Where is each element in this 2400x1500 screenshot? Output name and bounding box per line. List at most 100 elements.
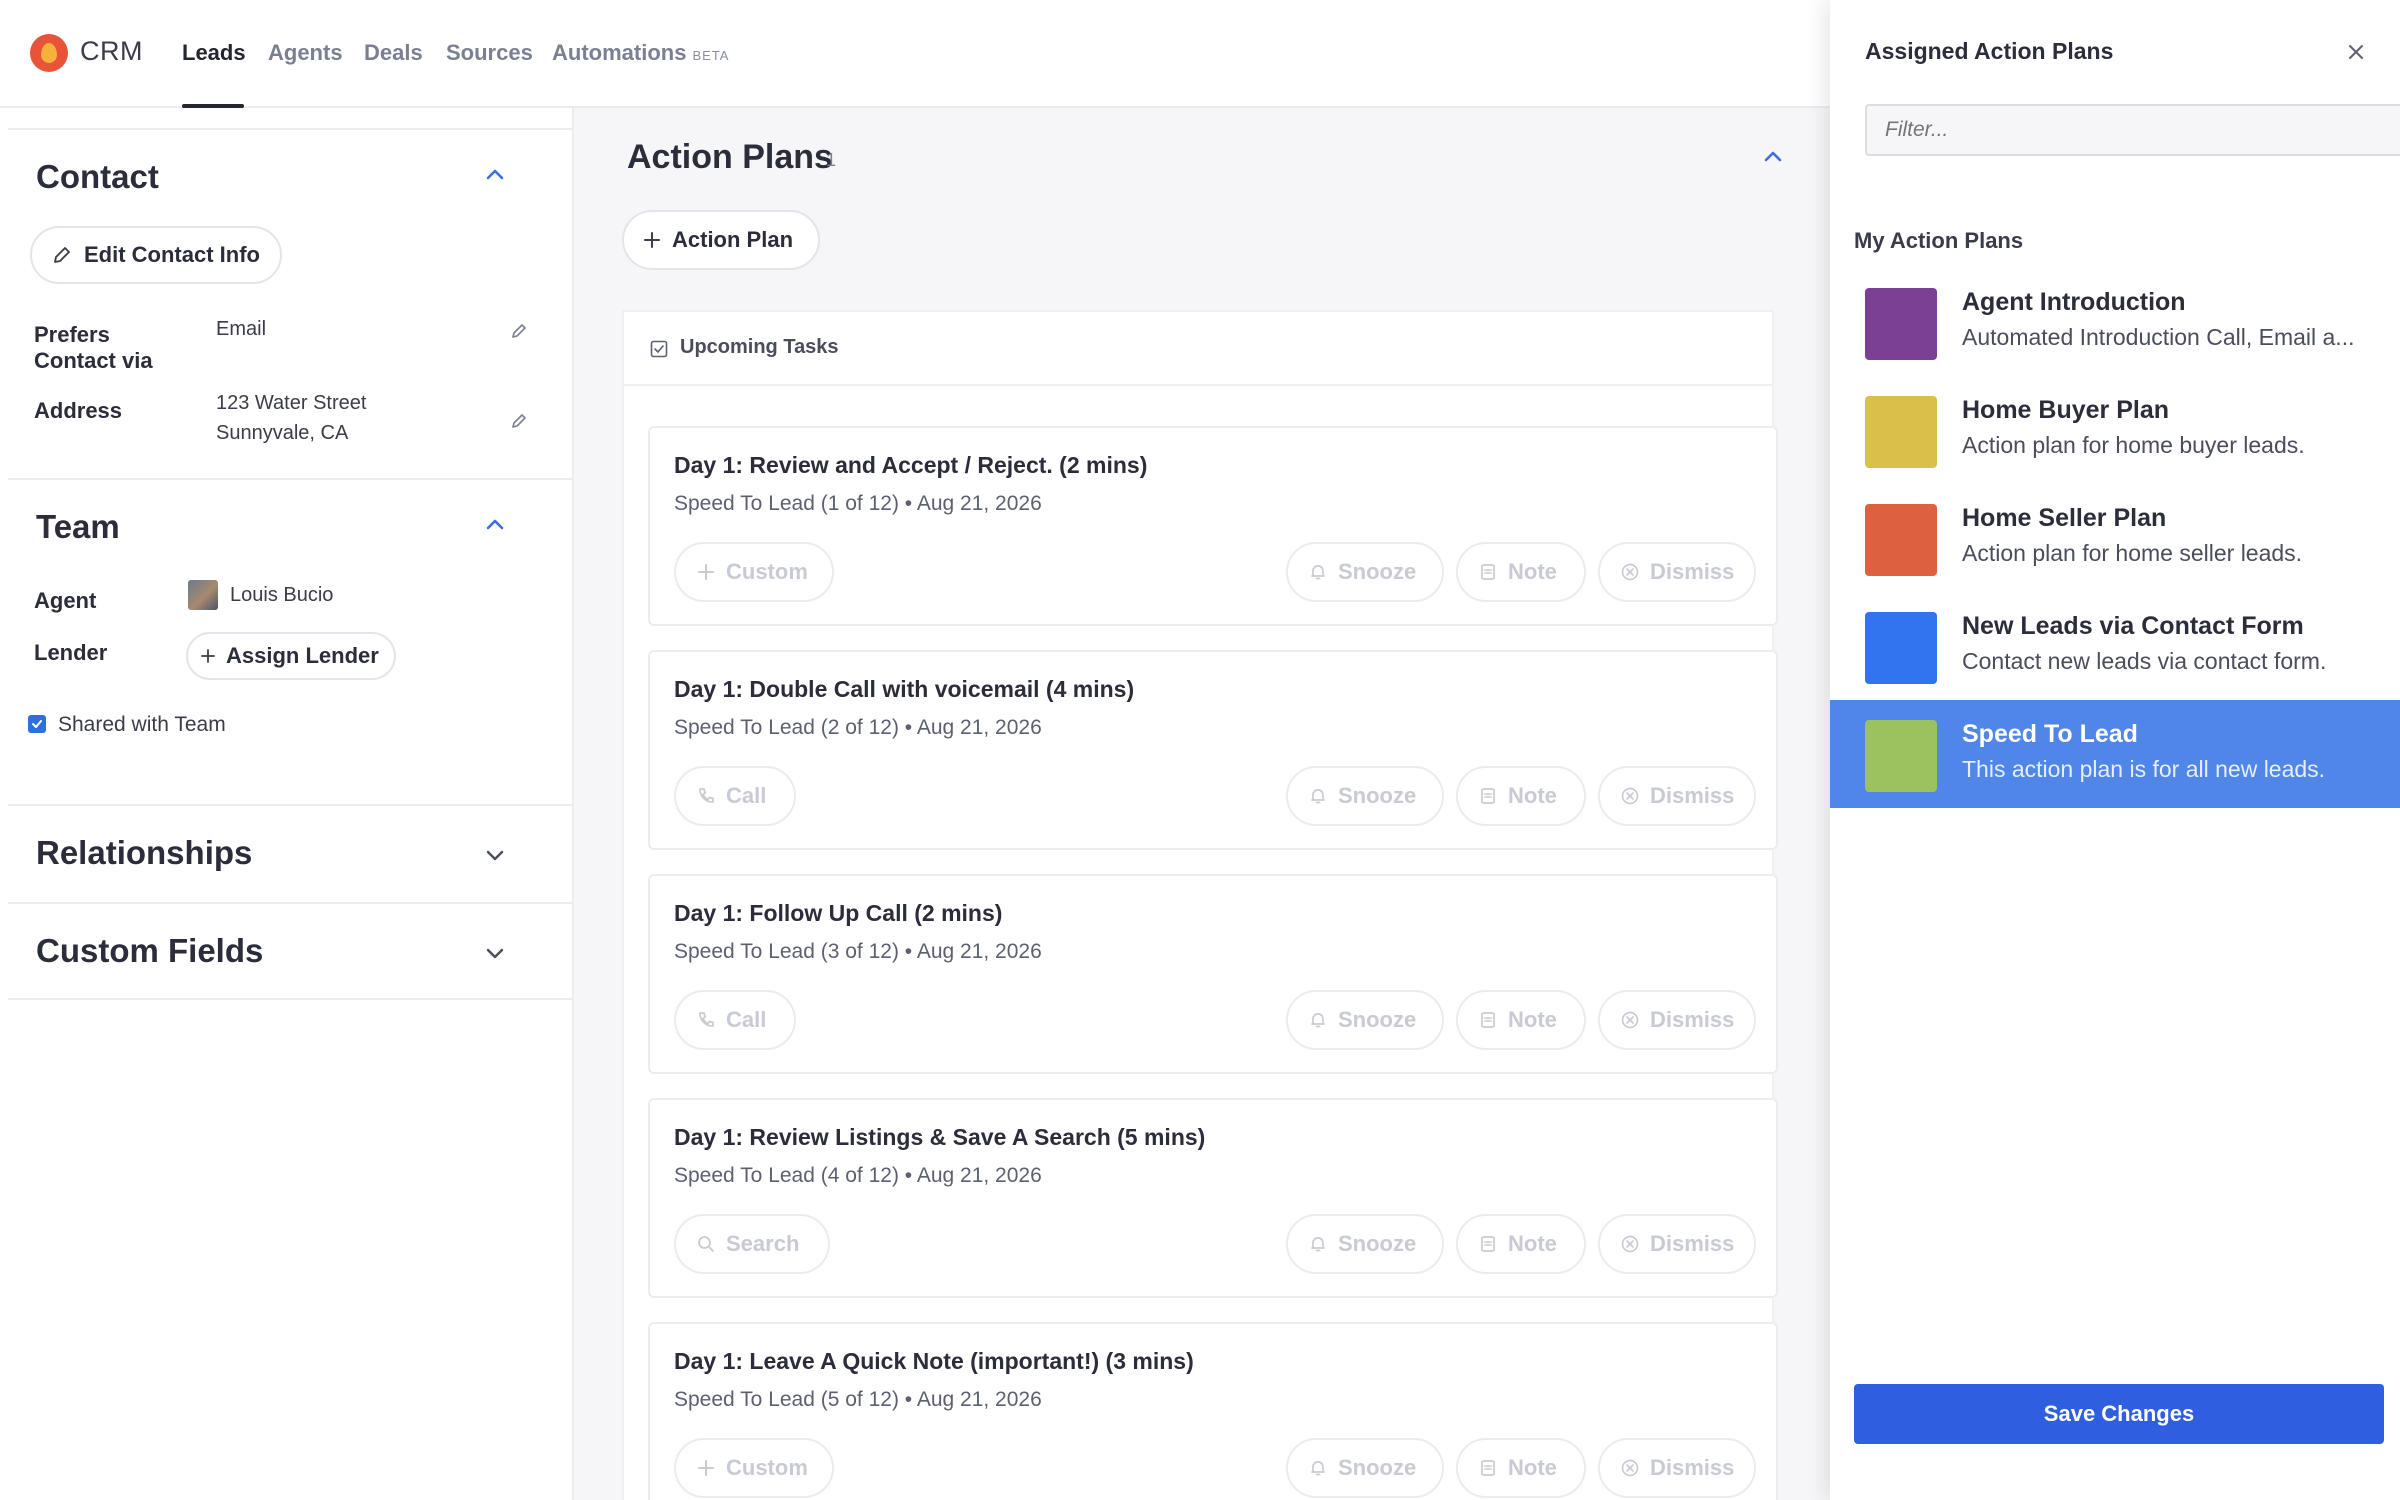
snooze-bell-icon — [1311, 1461, 1325, 1476]
plus-icon — [644, 232, 660, 248]
snooze-button[interactable]: Snooze — [1286, 542, 1444, 602]
task-title[interactable]: Day 1: Follow Up Call (2 mins) — [674, 900, 1002, 927]
task-action-label: Search — [726, 1231, 800, 1256]
plan-description: Contact new leads via contact form. — [1962, 648, 2327, 674]
dismiss-button[interactable]: Dismiss — [1598, 1214, 1756, 1274]
filter-input[interactable] — [1865, 104, 2400, 156]
dismiss-button[interactable]: Dismiss — [1598, 766, 1756, 826]
divider — [8, 804, 574, 806]
tab-agents[interactable]: Agents — [268, 40, 343, 66]
snooze-button[interactable]: Snooze — [1286, 766, 1444, 826]
snooze-bell-icon — [1311, 789, 1325, 804]
dismiss-label: Dismiss — [1650, 783, 1735, 808]
plan-name: New Leads via Contact Form — [1962, 612, 2304, 640]
note-label: Note — [1508, 559, 1557, 584]
note-label: Note — [1508, 1231, 1557, 1256]
snooze-bell-icon — [1311, 565, 1325, 580]
task-title[interactable]: Day 1: Leave A Quick Note (important!) (… — [674, 1348, 1194, 1375]
chevron-down-icon[interactable] — [484, 844, 506, 866]
crm-logo-icon — [30, 34, 68, 72]
phone-icon — [699, 1012, 714, 1027]
contact-section-title: Contact — [36, 158, 159, 195]
prefers-contact-label: Prefers Contact via — [34, 322, 153, 373]
action-plan-item[interactable]: Agent Introduction Automated Introduction… — [1830, 268, 2400, 376]
dismiss-label: Dismiss — [1650, 559, 1735, 584]
task-action-button[interactable]: Search — [674, 1214, 830, 1274]
divider — [8, 128, 574, 130]
assign-lender-button[interactable]: Assign Lender — [186, 632, 396, 680]
address-line-1: 123 Water Street — [216, 392, 367, 414]
snooze-button[interactable]: Snooze — [1286, 1438, 1444, 1498]
dismiss-circle-x-icon — [1621, 787, 1639, 805]
tab-sources[interactable]: Sources — [446, 40, 533, 66]
action-plan-item[interactable]: Speed To Lead This action plan is for all… — [1830, 700, 2400, 808]
upcoming-tasks-label: Upcoming Tasks — [680, 336, 839, 358]
chevron-up-icon[interactable] — [1762, 146, 1784, 168]
note-button[interactable]: Note — [1456, 766, 1586, 826]
save-changes-button[interactable]: Save Changes — [1854, 1384, 2384, 1444]
note-button[interactable]: Note — [1456, 990, 1586, 1050]
app-name: CRM — [80, 36, 143, 66]
note-button[interactable]: Note — [1456, 542, 1586, 602]
edit-contact-info-button[interactable]: Edit Contact Info — [30, 226, 282, 284]
plan-name: Agent Introduction — [1962, 288, 2186, 316]
dismiss-circle-x-icon — [1621, 1459, 1639, 1477]
left-panel: Contact Edit Contact Info Prefers Contac… — [0, 108, 574, 1500]
task-action-button[interactable]: Custom — [674, 542, 834, 602]
action-plan-item[interactable]: Home Buyer Plan Action plan for home buye… — [1830, 376, 2400, 484]
edit-pencil-icon[interactable] — [510, 412, 528, 430]
plan-description: This action plan is for all new leads. — [1962, 756, 2326, 782]
snooze-button[interactable]: Snooze — [1286, 990, 1444, 1050]
chevron-up-icon[interactable] — [484, 164, 506, 186]
chevron-up-icon[interactable] — [484, 514, 506, 536]
plan-color-swatch — [1865, 504, 1937, 576]
tab-deals[interactable]: Deals — [364, 40, 423, 66]
shared-with-team-label: Shared with Team — [58, 713, 226, 736]
dismiss-label: Dismiss — [1650, 1231, 1735, 1256]
dismiss-button[interactable]: Dismiss — [1598, 542, 1756, 602]
action-plan-item[interactable]: Home Seller Plan Action plan for home sel… — [1830, 484, 2400, 592]
tab-automations-label: Automations — [552, 40, 687, 65]
plan-color-swatch — [1865, 396, 1937, 468]
snooze-button[interactable]: Snooze — [1286, 1214, 1444, 1274]
task-subtitle: Speed To Lead (5 of 12) • Aug 21, 2026 — [674, 1388, 1042, 1411]
task-card: Day 1: Follow Up Call (2 mins) Speed To L… — [648, 874, 1778, 1074]
edit-contact-info-label: Edit Contact Info — [84, 242, 260, 267]
chevron-down-icon[interactable] — [484, 942, 506, 964]
action-plan-item[interactable]: New Leads via Contact Form Contact new le… — [1830, 592, 2400, 700]
dismiss-button[interactable]: Dismiss — [1598, 1438, 1756, 1498]
relationships-section-title[interactable]: Relationships — [36, 834, 252, 872]
assigned-action-plans-drawer: Assigned Action Plans My Action Plans Ag… — [1830, 0, 2400, 1500]
checkmark-icon — [32, 720, 42, 728]
task-title[interactable]: Day 1: Double Call with voicemail (4 min… — [674, 676, 1134, 703]
add-action-plan-label: Action Plan — [672, 227, 794, 252]
agent-label: Agent — [34, 588, 97, 613]
note-button[interactable]: Note — [1456, 1438, 1586, 1498]
task-subtitle: Speed To Lead (3 of 12) • Aug 21, 2026 — [674, 940, 1042, 963]
snooze-label: Snooze — [1338, 1007, 1417, 1032]
snooze-label: Snooze — [1338, 1231, 1417, 1256]
lender-label: Lender — [34, 640, 108, 665]
edit-pencil-icon[interactable] — [510, 322, 528, 340]
plan-description: Action plan for home seller leads. — [1962, 540, 2303, 566]
plus-icon — [698, 1460, 714, 1476]
task-action-button[interactable]: Call — [674, 990, 796, 1050]
note-label: Note — [1508, 783, 1557, 808]
tab-leads[interactable]: Leads — [182, 40, 246, 66]
custom-fields-section-title[interactable]: Custom Fields — [36, 932, 263, 970]
my-action-plans-label: My Action Plans — [1854, 228, 2024, 253]
shared-with-team-checkbox[interactable] — [28, 715, 46, 733]
close-icon[interactable] — [2346, 42, 2366, 62]
add-action-plan-button[interactable]: Action Plan — [622, 210, 820, 270]
task-action-button[interactable]: Custom — [674, 1438, 834, 1498]
task-title[interactable]: Day 1: Review and Accept / Reject. (2 mi… — [674, 452, 1147, 479]
plus-icon — [201, 649, 215, 663]
task-subtitle: Speed To Lead (2 of 12) • Aug 21, 2026 — [674, 716, 1042, 739]
task-action-button[interactable]: Call — [674, 766, 796, 826]
phone-icon — [699, 788, 714, 803]
task-title[interactable]: Day 1: Review Listings & Save A Search (… — [674, 1124, 1205, 1151]
dismiss-button[interactable]: Dismiss — [1598, 990, 1756, 1050]
agent-name[interactable]: Louis Bucio — [230, 580, 333, 610]
tab-automations[interactable]: Automations BETA — [552, 40, 729, 66]
note-button[interactable]: Note — [1456, 1214, 1586, 1274]
